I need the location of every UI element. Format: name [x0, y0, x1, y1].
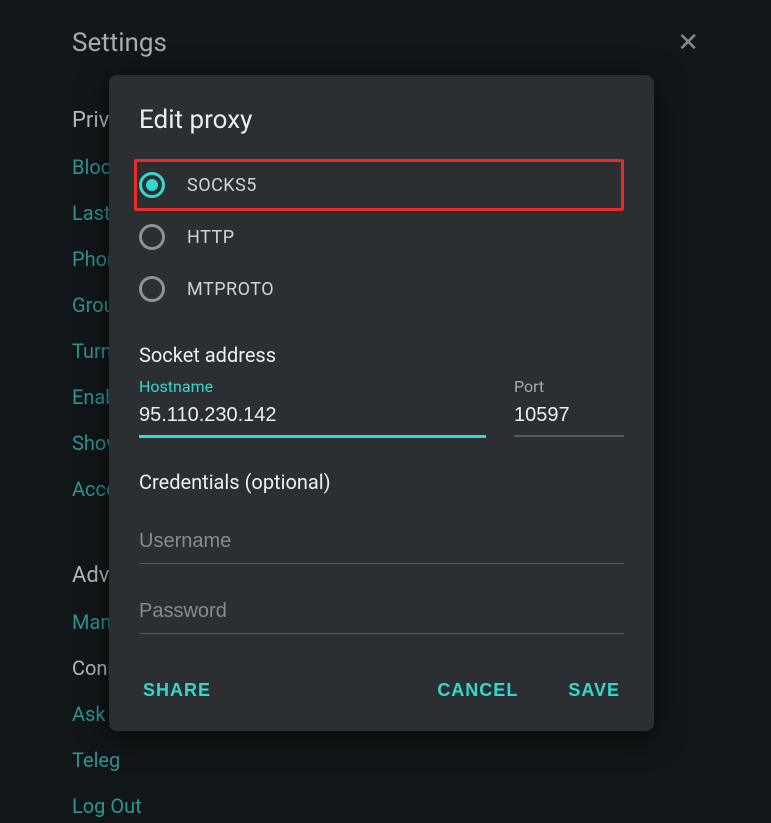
protocol-option-mtproto[interactable]: MTPROTO: [139, 263, 624, 315]
radio-icon: [139, 172, 165, 198]
settings-link[interactable]: Teleg: [72, 748, 699, 772]
port-field: Port: [514, 377, 624, 438]
hostname-input[interactable]: [139, 398, 486, 438]
credentials-label: Credentials (optional): [139, 470, 624, 494]
settings-title: Settings: [72, 28, 167, 58]
password-input[interactable]: [139, 586, 624, 634]
hostname-field: Hostname: [139, 377, 486, 438]
edit-proxy-dialog: Edit proxy SOCKS5 HTTP MTPROTO Socket ad…: [109, 75, 654, 731]
radio-icon: [139, 276, 165, 302]
protocol-option-http[interactable]: HTTP: [139, 211, 624, 263]
radio-label: HTTP: [187, 227, 235, 248]
socket-address-label: Socket address: [139, 343, 624, 367]
share-button[interactable]: SHARE: [139, 674, 215, 707]
protocol-option-socks5[interactable]: SOCKS5: [134, 159, 624, 211]
radio-label: MTPROTO: [187, 279, 274, 300]
username-input[interactable]: [139, 516, 624, 564]
hostname-label: Hostname: [139, 377, 486, 396]
radio-icon: [139, 224, 165, 250]
cancel-button[interactable]: CANCEL: [433, 674, 522, 707]
port-input[interactable]: [514, 398, 624, 437]
close-icon[interactable]: ✕: [677, 30, 699, 56]
radio-label: SOCKS5: [187, 175, 257, 196]
settings-link-logout[interactable]: Log Out: [72, 794, 699, 818]
dialog-actions: SHARE CANCEL SAVE: [139, 674, 624, 707]
dialog-title: Edit proxy: [139, 105, 624, 135]
save-button[interactable]: SAVE: [564, 674, 624, 707]
port-label: Port: [514, 377, 624, 396]
